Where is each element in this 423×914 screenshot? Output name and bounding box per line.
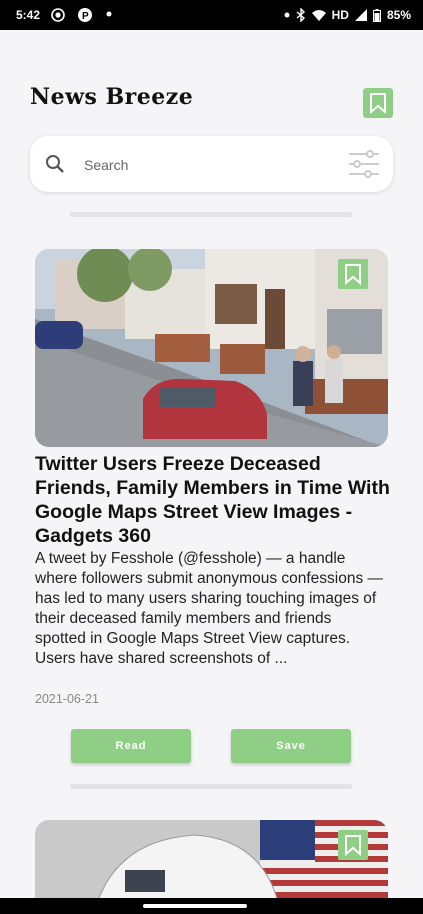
- bookmark-icon: [345, 264, 361, 285]
- save-button[interactable]: Save: [231, 729, 351, 763]
- search-bar: [30, 136, 393, 192]
- read-button[interactable]: Read: [71, 729, 191, 763]
- spacecraft-photo: [35, 820, 388, 910]
- section-divider: [70, 212, 352, 217]
- bluetooth-icon: [296, 8, 305, 22]
- app-title: News Breeze: [30, 84, 194, 110]
- article-description: A tweet by Fesshole (@fesshole) — a hand…: [35, 550, 384, 667]
- wifi-icon: [311, 10, 326, 21]
- article-title[interactable]: Twitter Users Freeze Deceased Friends, F…: [35, 452, 395, 548]
- status-time: 5:42: [16, 8, 41, 22]
- battery-icon: [372, 8, 381, 22]
- record-icon: [51, 8, 65, 22]
- app-notification-icon: P: [78, 8, 92, 22]
- article-image[interactable]: [35, 249, 388, 447]
- saved-articles-button[interactable]: [363, 88, 393, 118]
- save-bookmark-button[interactable]: [338, 830, 368, 860]
- bookmark-icon: [345, 835, 361, 856]
- article-image[interactable]: [35, 820, 388, 910]
- filter-icon[interactable]: [348, 150, 380, 178]
- bookmark-icon: [370, 93, 386, 114]
- dot-icon: [284, 12, 290, 18]
- status-right: HD 85%: [284, 8, 411, 22]
- network-type: HD: [331, 8, 349, 22]
- home-gesture-pill[interactable]: [143, 904, 247, 908]
- article-date: 2021-06-21: [35, 692, 99, 706]
- section-divider: [70, 784, 352, 789]
- search-icon[interactable]: [44, 153, 66, 175]
- notification-dot-icon: [106, 11, 112, 17]
- status-bar: 5:42 P HD 85%: [0, 0, 423, 30]
- signal-icon: [354, 9, 367, 21]
- battery-level: 85%: [386, 8, 411, 22]
- save-bookmark-button[interactable]: [338, 259, 368, 289]
- street-view-photo: [35, 249, 388, 447]
- svg-text:P: P: [82, 11, 89, 22]
- search-input[interactable]: [82, 152, 336, 178]
